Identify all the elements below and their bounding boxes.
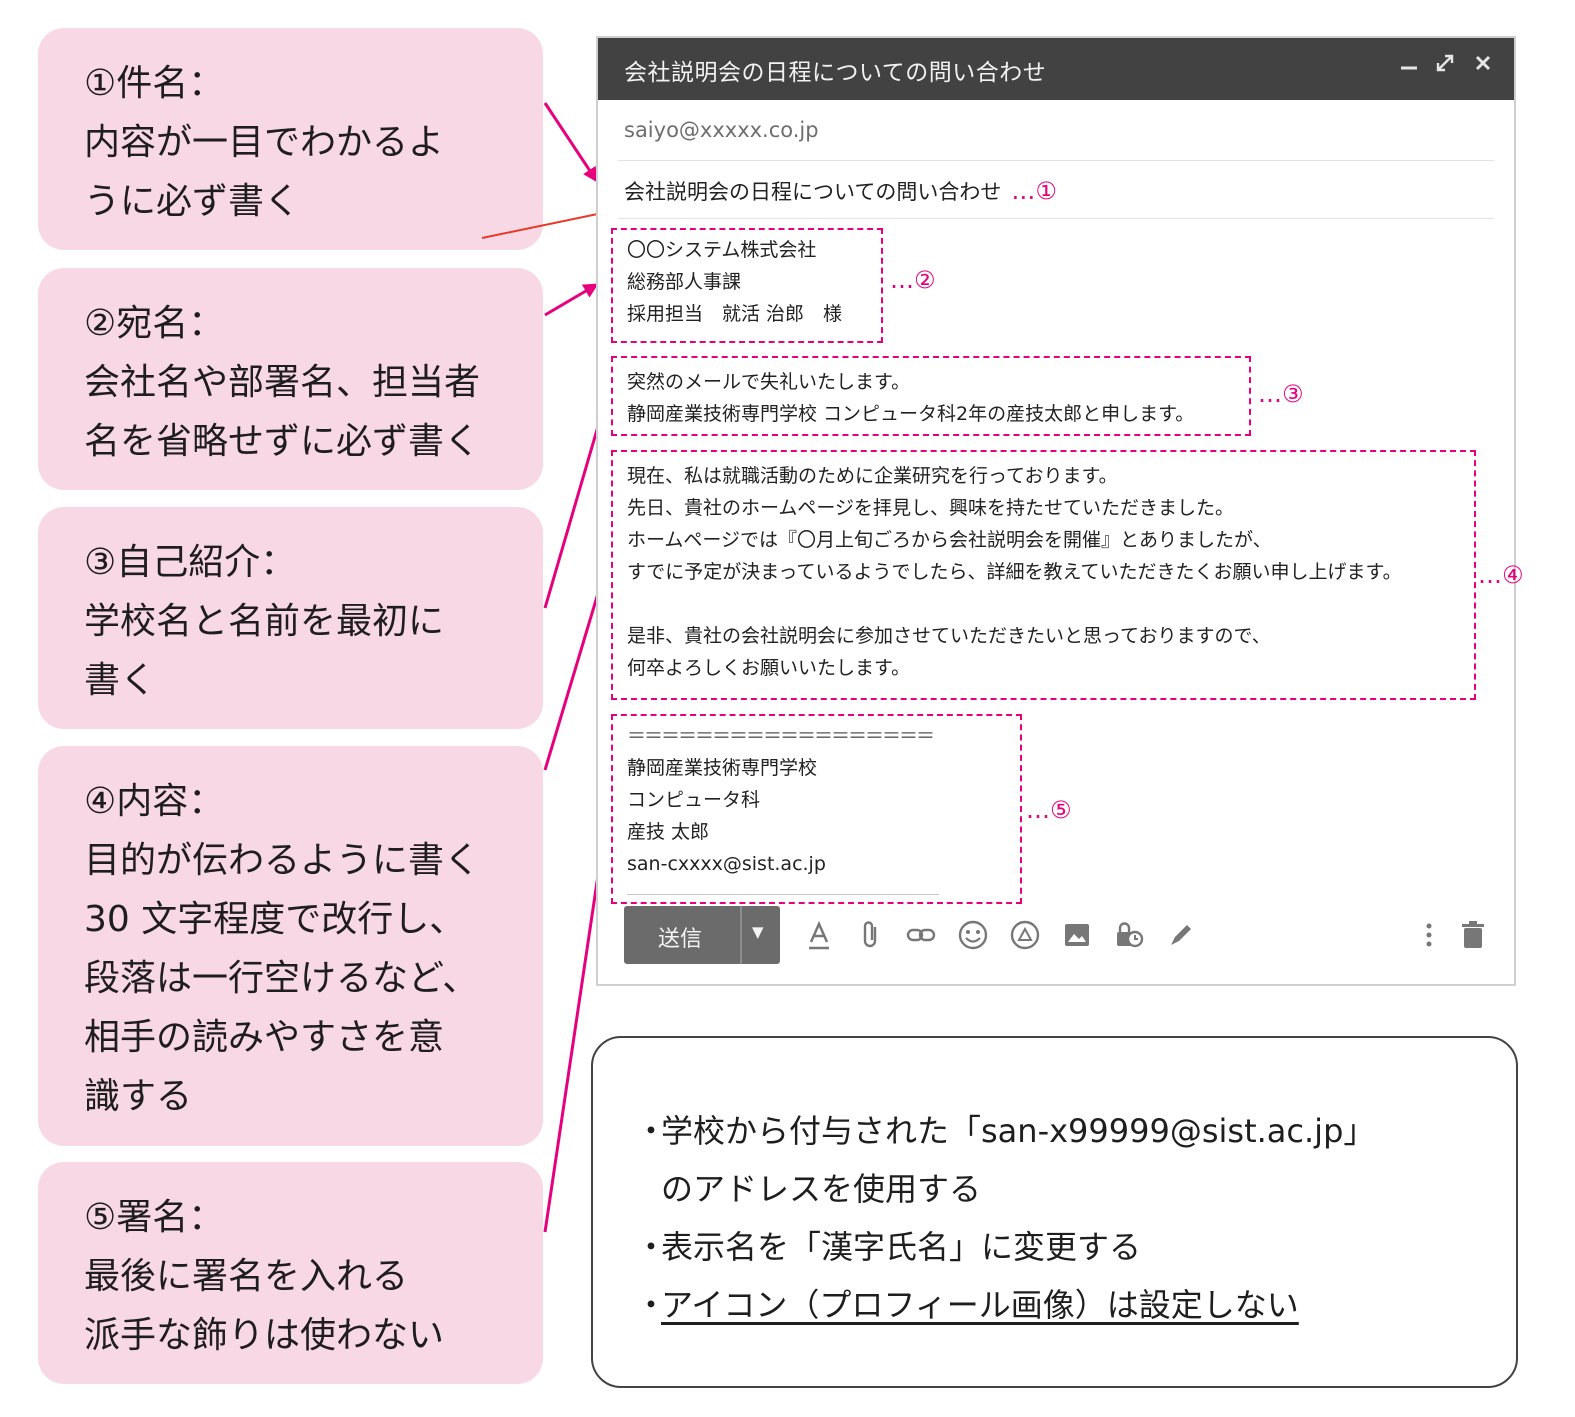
divider [618,160,1494,161]
close-icon[interactable] [1472,52,1494,80]
link-icon[interactable] [904,918,938,952]
subject-row: 会社説明会の日程についての問い合わせ …① [624,176,1057,206]
intro-line: 突然のメールで失礼いたします。 [627,371,911,393]
tip-text: のアドレスを使用する [661,1170,982,1208]
expand-icon[interactable] [1434,52,1456,80]
body-line: すでに予定が決まっているようでしたら、詳細を教えていただきたくお願い申し上げます… [627,561,1402,583]
signature-rule [627,894,939,895]
window-titlebar: 会社説明会の日程についての問い合わせ [598,38,1514,100]
subject-field[interactable]: 会社説明会の日程についての問い合わせ [624,180,1001,204]
instructions-box: ・学校から付与された「san-x99999@sist.ac.jp」 のアドレスを… [591,1036,1518,1388]
divider [618,218,1494,219]
bullet: ・ [635,1286,668,1324]
tip-item-continued: のアドレスを使用する [635,1164,981,1210]
drive-icon[interactable] [1008,918,1042,952]
body-line: 現在、私は就職活動のために企業研究を行っております。 [627,465,1118,487]
confidential-icon[interactable] [1112,918,1146,952]
chevron-down-icon[interactable]: ▼ [752,923,764,941]
marker-3: …③ [1258,380,1304,408]
tip-text: アイコン（プロフィール画像）は設定しない [661,1286,1299,1324]
more-options-icon[interactable] [1412,918,1446,952]
body-line: ホームページでは『〇月上旬ごろから会社説明会を開催』とありましたが、 [627,529,1272,551]
tip-text: 学校から付与された「san-x99999@sist.ac.jp」 [661,1112,1376,1150]
tip-item: ・表示名を「漢字氏名」に変更する [635,1222,1141,1268]
subject-underline [481,210,613,239]
addressee-line: 〇〇システム株式会社 [627,239,817,261]
bullet: ・ [635,1228,668,1266]
signature-line: ＝＝＝＝＝＝＝＝＝＝＝＝＝＝＝＝＝＝ [627,725,935,747]
body-line: 先日、貴社のホームページを拝見し、興味を持たせていただきました。 [627,497,1235,519]
tip-item: ・学校から付与された「san-x99999@sist.ac.jp」 [635,1106,1375,1152]
send-label: 送信 [658,927,703,952]
arrow-subject [543,102,598,183]
send-button[interactable]: 送信 ▼ [624,906,780,964]
marker-5: …⑤ [1026,796,1072,824]
mail-compose-window: 会社説明会の日程についての問い合わせ saiyo@xxxxx.co.jp 会社説… [596,36,1524,986]
marker-2: …② [890,266,936,294]
signature-pen-icon[interactable] [1164,918,1198,952]
addressee-block[interactable]: 〇〇システム株式会社 総務部人事課 採用担当 就活 治郎 様 [611,228,883,343]
content-block[interactable]: 現在、私は就職活動のために企業研究を行っております。 先日、貴社のホームページを… [611,450,1476,700]
arrow-addressee [544,283,599,317]
trash-icon[interactable] [1456,918,1490,952]
tip-text: 表示名を「漢字氏名」に変更する [661,1228,1142,1266]
body-line: 是非、貴社の会社説明会に参加させていただきたいと思っておりますので、 [627,625,1271,647]
send-divider [740,906,742,964]
signature-block[interactable]: ＝＝＝＝＝＝＝＝＝＝＝＝＝＝＝＝＝＝ 静岡産業技術専門学校 コンピュータ科 産技… [611,714,1022,904]
photo-icon[interactable] [1060,918,1094,952]
self-intro-block[interactable]: 突然のメールで失礼いたします。 静岡産業技術専門学校 コンピュータ科2年の産技太… [611,356,1251,436]
signature-line: コンピュータ科 [627,789,761,811]
intro-line: 静岡産業技術専門学校 コンピュータ科2年の産技太郎と申します。 [627,403,1195,425]
body-line [627,588,1474,620]
attach-icon[interactable] [854,918,888,952]
signature-line: san-cxxxx@sist.ac.jp [627,853,826,875]
marker-1: …① [1011,177,1057,205]
window-title: 会社説明会の日程についての問い合わせ [624,60,1047,86]
signature-line: 静岡産業技術専門学校 [627,757,818,779]
addressee-line: 総務部人事課 [627,271,742,293]
format-text-icon[interactable] [802,918,836,952]
tip-item: ・アイコン（プロフィール画像）は設定しない [635,1280,1299,1326]
addressee-line: 採用担当 就活 治郎 様 [627,303,843,325]
body-line: 何卒よろしくお願いいたします。 [627,657,911,679]
emoji-icon[interactable] [956,918,990,952]
signature-line: 産技 太郎 [627,821,710,843]
marker-4: …④ [1478,561,1524,589]
bullet: ・ [635,1112,668,1150]
minimize-icon[interactable] [1398,52,1420,80]
recipient-field[interactable]: saiyo@xxxxx.co.jp [624,118,819,142]
